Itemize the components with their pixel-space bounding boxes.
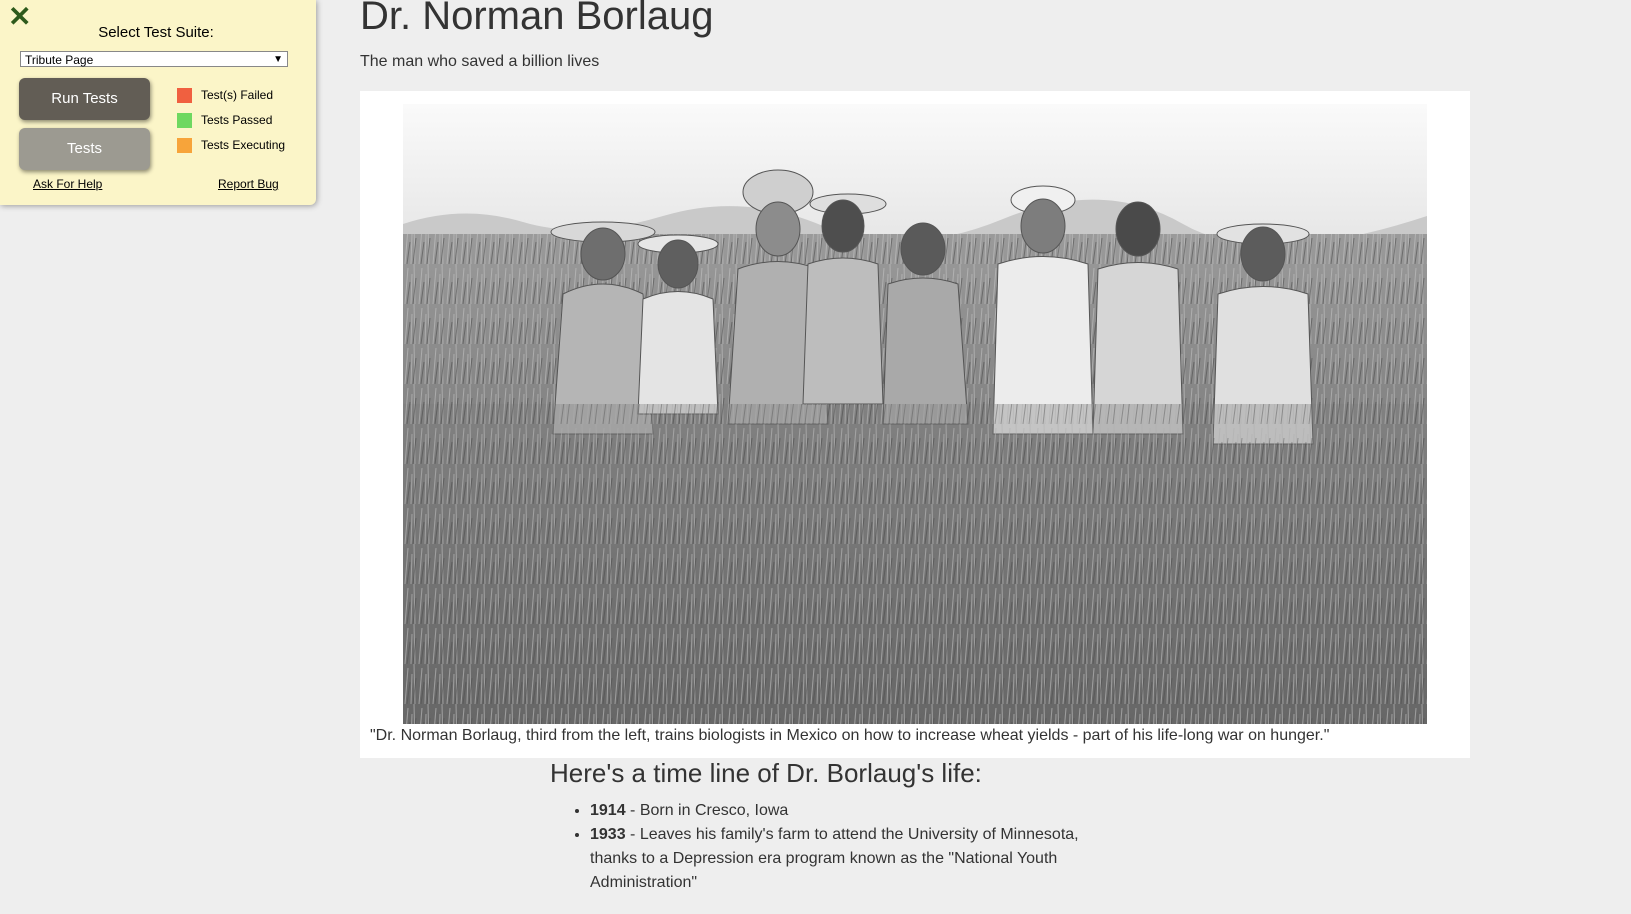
passed-swatch-icon <box>177 113 192 129</box>
legend-passed: Tests Passed <box>177 112 273 129</box>
test-suite-select[interactable]: Tribute Page ▼ <box>20 51 288 67</box>
legend-failed: Test(s) Failed <box>177 87 274 104</box>
test-suite-panel: ✕ Select Test Suite: Tribute Page ▼ Run … <box>0 0 316 205</box>
legend-failed-label: Test(s) Failed <box>201 88 274 102</box>
timeline-year: 1914 <box>590 802 626 819</box>
borlaug-photo <box>403 104 1427 724</box>
image-container: "Dr. Norman Borlaug, third from the left… <box>360 91 1470 758</box>
executing-swatch-icon <box>177 138 192 154</box>
timeline-item: 1914 - Born in Cresco, Iowa <box>590 799 1110 823</box>
legend-executing-label: Tests Executing <box>201 138 286 152</box>
chevron-down-icon: ▼ <box>273 54 283 65</box>
wheat-field-photo-illustration <box>403 104 1427 724</box>
timeline-text: - Leaves his family's farm to attend the… <box>590 826 1079 891</box>
tests-button[interactable]: Tests <box>19 128 150 170</box>
legend-passed-label: Tests Passed <box>201 113 273 127</box>
suite-label: Select Test Suite: <box>98 24 214 41</box>
timeline-item: 1933 - Leaves his family's farm to atten… <box>590 823 1110 895</box>
timeline-list: 1914 - Born in Cresco, Iowa 1933 - Leave… <box>550 799 1110 895</box>
ask-for-help-link[interactable]: Ask For Help <box>33 177 102 191</box>
timeline-year: 1933 <box>590 826 626 843</box>
timeline-heading: Here's a time line of Dr. Borlaug's life… <box>550 758 982 788</box>
timeline-text: - Born in Cresco, Iowa <box>625 802 789 819</box>
failed-swatch-icon <box>177 88 192 104</box>
report-bug-link[interactable]: Report Bug <box>218 177 279 191</box>
legend-executing: Tests Executing <box>177 137 286 154</box>
selected-suite: Tribute Page <box>25 53 94 67</box>
tribute-info: Here's a time line of Dr. Borlaug's life… <box>550 758 1110 895</box>
page-title: Dr. Norman Borlaug <box>360 0 714 38</box>
page-subtitle: The man who saved a billion lives <box>360 53 600 70</box>
image-caption: "Dr. Norman Borlaug, third from the left… <box>370 727 1330 744</box>
run-tests-button[interactable]: Run Tests <box>19 78 150 120</box>
